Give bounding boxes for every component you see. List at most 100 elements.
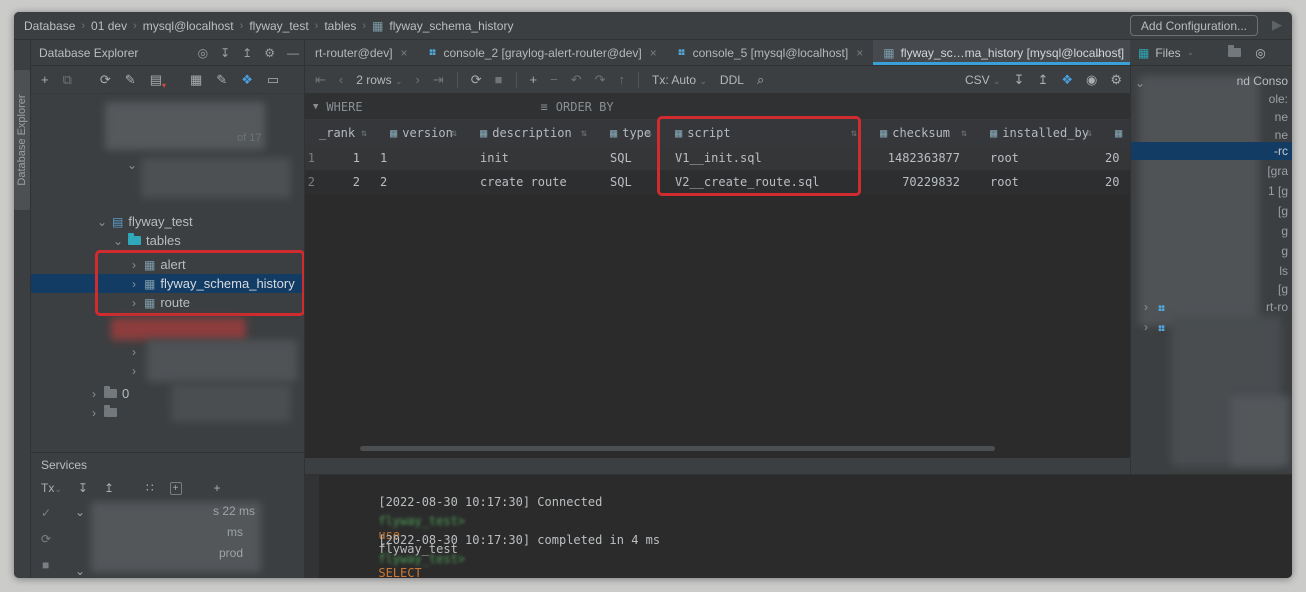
cell-type[interactable]: SQL <box>590 151 655 165</box>
cell-checksum[interactable]: 70229832 <box>860 175 970 189</box>
tree-item-folder[interactable]: › <box>89 403 117 422</box>
first-page-icon[interactable]: ⇤ <box>315 72 326 88</box>
open-editor-icon[interactable]: ▭ <box>267 72 279 88</box>
chevron-right-icon[interactable]: › <box>1141 300 1151 314</box>
cell-version[interactable]: 2 <box>370 175 460 189</box>
redo-icon[interactable]: ↷ <box>595 72 606 88</box>
chevron-down-icon[interactable]: ⌄ <box>75 564 85 578</box>
check-icon[interactable]: ✓ <box>41 506 51 520</box>
open-table-icon[interactable]: ▦ <box>190 72 202 88</box>
chevron-right-icon[interactable]: › <box>129 345 139 359</box>
cell-type[interactable]: SQL <box>590 175 655 189</box>
undo-icon[interactable]: ↶ <box>571 72 582 88</box>
grid-row[interactable]: 1 1 1 init SQL V1__init.sql 1482363877 r… <box>305 146 1130 170</box>
reload-icon[interactable]: ⟳ <box>471 72 482 88</box>
tx-mode-button[interactable]: Tx: Auto ⌄ <box>652 73 707 87</box>
chevron-down-icon[interactable]: ⌄ <box>1135 76 1145 90</box>
expand-all-icon[interactable]: ↧ <box>220 46 230 60</box>
jump-to-console-icon[interactable]: ❖ <box>241 72 253 88</box>
breadcrumb-tables[interactable]: tables <box>324 19 356 33</box>
hide-panel-icon[interactable]: — <box>287 46 299 60</box>
duplicate-icon[interactable]: ⧉ <box>63 72 72 88</box>
cell-script[interactable]: V1__init.sql <box>655 151 860 165</box>
database-explorer-strip-button[interactable]: Database Explorer <box>14 70 30 210</box>
tab-alert-router[interactable]: rt-router@dev] × <box>305 40 418 65</box>
prev-page-icon[interactable]: ‹ <box>339 72 343 87</box>
cell-checksum[interactable]: 1482363877 <box>860 151 970 165</box>
tree-item-table-alert[interactable]: › ▦ alert <box>129 255 186 274</box>
import-data-icon[interactable]: ↥ <box>1037 72 1048 88</box>
tree-item-redacted[interactable]: › <box>129 361 139 380</box>
chevron-down-icon[interactable]: ⌄ <box>75 505 85 519</box>
tree-item-tables-folder[interactable]: ⌄ tables <box>113 231 181 250</box>
cell-description[interactable]: init <box>460 151 590 165</box>
column-header-description[interactable]: ▦ description ⇅ <box>460 120 590 146</box>
order-by-clause-input[interactable]: ORDER BY <box>556 100 614 114</box>
tab-console-5[interactable]: ❖ console_5 [mysql@localhost] × <box>667 40 873 65</box>
panel-splitter[interactable] <box>305 458 1130 474</box>
rerun-icon[interactable]: ⟳ <box>41 532 51 546</box>
close-icon[interactable]: × <box>856 46 863 60</box>
chevron-down-icon[interactable]: ⌄ <box>127 158 137 172</box>
chevron-right-icon[interactable]: › <box>129 258 139 272</box>
collapse-all-icon[interactable]: ↥ <box>242 46 252 60</box>
chevron-right-icon[interactable]: › <box>1141 320 1151 334</box>
chevron-right-icon[interactable]: › <box>89 406 99 420</box>
tree-item-table-flyway-schema-history[interactable]: › ▦ flyway_schema_history <box>129 274 295 293</box>
add-datasource-icon[interactable]: + <box>41 72 49 87</box>
horizontal-scrollbar[interactable] <box>360 446 995 451</box>
column-header-type[interactable]: ▦ type ⇅ <box>590 120 655 146</box>
delete-row-icon[interactable]: − <box>550 72 558 87</box>
column-header-checksum[interactable]: ▦ checksum ⇅ <box>860 120 970 146</box>
cell-version[interactable]: 1 <box>370 151 460 165</box>
locate-icon[interactable]: ◎ <box>198 46 208 60</box>
submit-icon[interactable]: ↑ <box>619 72 626 87</box>
jump-to-console-icon[interactable]: ❖ <box>1061 72 1073 88</box>
breadcrumb-datasource[interactable]: mysql@localhost <box>143 19 234 33</box>
tx-mode-button[interactable]: Tx⌄ <box>41 481 62 495</box>
cell-rank[interactable]: 2 <box>317 175 370 189</box>
submit-ddl-icon[interactable]: ✎ <box>125 72 136 88</box>
chevron-right-icon[interactable]: › <box>129 364 139 378</box>
cell-script[interactable]: V2__create_route.sql <box>655 175 860 189</box>
stop-icon[interactable]: ■ <box>42 558 49 572</box>
cell-clipped[interactable]: 20 <box>1095 151 1130 165</box>
cell-installed-by[interactable]: root <box>970 175 1095 189</box>
page-size-button[interactable]: 2 rows ⌄ <box>356 73 402 87</box>
locate-icon[interactable]: ◎ <box>1255 46 1265 60</box>
breadcrumb-schema[interactable]: flyway_test <box>249 19 308 33</box>
rollback-db-icon[interactable]: ▤ ▾ <box>150 72 166 90</box>
settings-gear-icon[interactable]: ⚙ <box>1110 72 1122 88</box>
close-icon[interactable]: × <box>650 46 657 60</box>
chevron-right-icon[interactable]: › <box>129 296 139 310</box>
stop-icon[interactable]: ■ <box>495 72 503 87</box>
close-icon[interactable]: × <box>401 46 408 60</box>
breadcrumb-table[interactable]: flyway_schema_history <box>389 19 513 33</box>
ddl-button[interactable]: DDL <box>720 73 744 87</box>
cell-installed-by[interactable]: root <box>970 151 1095 165</box>
breadcrumb-env[interactable]: 01 dev <box>91 19 127 33</box>
tree-item-redacted[interactable]: › <box>129 342 139 361</box>
modify-table-icon[interactable]: ✎ <box>216 72 227 88</box>
tree-item-table-route[interactable]: › ▦ route <box>129 293 190 312</box>
tree-item-schema[interactable]: ⌄ ▤ flyway_test <box>97 212 193 231</box>
cell-rank[interactable]: 1 <box>317 151 370 165</box>
add-service-icon[interactable]: + <box>169 481 182 495</box>
add-row-icon[interactable]: + <box>530 72 538 87</box>
collapse-all-icon[interactable]: ↥ <box>104 481 114 495</box>
refresh-icon[interactable]: ⟳ <box>100 72 111 88</box>
group-by-icon[interactable]: ∷ <box>146 481 154 495</box>
files-panel-header[interactable]: ▦ Files ⌄ ◎ <box>1130 40 1292 66</box>
tabs-menu-icon[interactable]: ⋮ <box>1114 46 1126 60</box>
chevron-right-icon[interactable]: › <box>129 277 139 291</box>
chevron-down-icon[interactable]: ⌄ <box>97 215 107 229</box>
breadcrumb-database[interactable]: Database <box>24 19 75 33</box>
column-header-script[interactable]: ▦ script ⇅ <box>655 120 860 146</box>
expand-all-icon[interactable]: ↧ <box>78 481 88 495</box>
gear-icon[interactable]: ⚙ <box>264 46 275 60</box>
cell-description[interactable]: create route <box>460 175 590 189</box>
run-icon[interactable]: ▶ <box>1272 17 1282 33</box>
tree-item-folder[interactable]: › 0 <box>89 384 129 403</box>
column-header-rank[interactable]: _rank ⇅ <box>317 120 370 146</box>
export-data-icon[interactable]: ↧ <box>1014 72 1025 88</box>
